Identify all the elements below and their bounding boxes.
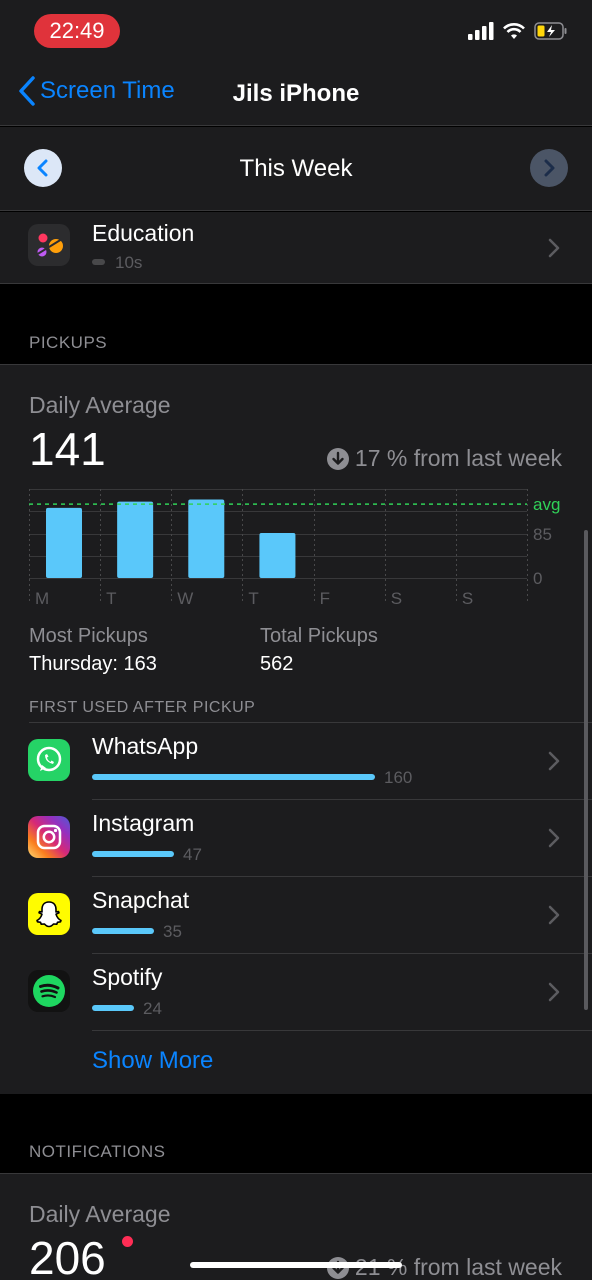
chart-ytick-label: 0: [533, 569, 542, 588]
pickup-count: 47: [183, 845, 202, 864]
home-indicator[interactable]: [190, 1262, 402, 1268]
pickups-change-text: 17 % from last week: [354, 445, 562, 471]
usage-bar: [92, 851, 174, 857]
chevron-right-icon: [548, 982, 560, 1002]
pickups-daily-label: Daily Average: [29, 392, 171, 418]
app-row-whatsapp[interactable]: WhatsApp 160: [0, 723, 592, 800]
pickups-chart: avg 85 0 M T W T F S S: [29, 489, 560, 608]
total-pickups-label: Total Pickups: [260, 625, 378, 647]
pickups-change: 17 % from last week: [326, 445, 562, 472]
app-row-instagram[interactable]: Instagram 47: [0, 800, 592, 877]
chart-bar: [259, 532, 296, 578]
chart-x-label: S: [462, 589, 473, 608]
week-selector: This Week: [0, 127, 592, 211]
chart-average-label: avg: [533, 495, 560, 514]
instagram-icon: [28, 816, 70, 858]
chart-x-label: S: [391, 589, 402, 608]
usage-bar: [92, 259, 105, 265]
snapchat-icon: [28, 893, 70, 935]
chart-bar: [117, 501, 154, 578]
category-name: Education: [92, 220, 195, 246]
chart-x-label: F: [320, 589, 330, 608]
next-week-button[interactable]: [530, 149, 568, 187]
most-pickups-value: Thursday: 163: [29, 653, 157, 675]
arrow-down-circle-icon: [326, 447, 349, 470]
pickup-count: 160: [384, 768, 413, 787]
scrollbar[interactable]: [584, 530, 588, 1010]
pickup-count: 24: [143, 999, 162, 1018]
pickups-daily-value: 141: [29, 423, 106, 475]
first-used-header: FIRST USED AFTER PICKUP: [29, 699, 256, 716]
show-more-button[interactable]: Show More: [92, 1047, 213, 1075]
signal-icon: [468, 22, 494, 40]
chevron-right-icon: [544, 159, 555, 177]
section-header-notifications: NOTIFICATIONS: [29, 1142, 166, 1161]
chart-ytick-label: 85: [533, 525, 552, 544]
chevron-right-icon: [548, 751, 560, 771]
status-bar: 22:49: [0, 0, 592, 62]
pickup-count: 35: [163, 922, 182, 941]
education-icon: [28, 224, 70, 266]
chevron-right-icon: [548, 905, 560, 925]
chart-x-label: M: [35, 589, 49, 608]
battery-charging-icon: [534, 22, 567, 40]
status-icons: [468, 22, 568, 40]
app-name: Instagram: [92, 810, 195, 836]
whatsapp-icon: [28, 739, 70, 781]
category-time: 10s: [115, 253, 143, 272]
app-row-spotify[interactable]: Spotify 24: [0, 954, 592, 1031]
app-name: WhatsApp: [92, 733, 199, 759]
usage-bar: [92, 1005, 134, 1011]
usage-bar: [92, 774, 375, 780]
page-title: Jils iPhone: [232, 80, 360, 107]
wifi-icon: [503, 23, 525, 39]
notifications-daily-label: Daily Average: [29, 1201, 171, 1227]
app-name: Spotify: [92, 964, 163, 990]
usage-bar: [92, 928, 154, 934]
chevron-right-icon: [548, 828, 560, 848]
total-pickups-value: 562: [260, 653, 294, 675]
app-name: Snapchat: [92, 887, 190, 913]
status-time: 22:49: [34, 14, 120, 48]
app-row-snapchat[interactable]: Snapchat 35: [0, 877, 592, 954]
category-row-education[interactable]: Education 10s: [0, 212, 592, 284]
most-pickups-label: Most Pickups: [29, 625, 148, 647]
section-header-pickups: PICKUPS: [29, 333, 108, 352]
navigation-bar: Screen Time Jils iPhone: [0, 62, 592, 126]
chevron-right-icon: [548, 238, 560, 258]
spotify-icon: [28, 970, 70, 1012]
chart-x-label: T: [106, 589, 116, 608]
week-label: This Week: [239, 155, 353, 182]
divider: [92, 1030, 592, 1031]
chart-x-label: W: [177, 589, 193, 608]
chart-x-label: T: [248, 589, 258, 608]
notification-dot: [122, 1236, 133, 1247]
notifications-daily-value: 206: [29, 1232, 106, 1280]
chart-bar: [188, 499, 225, 578]
chart-bar: [46, 507, 82, 578]
